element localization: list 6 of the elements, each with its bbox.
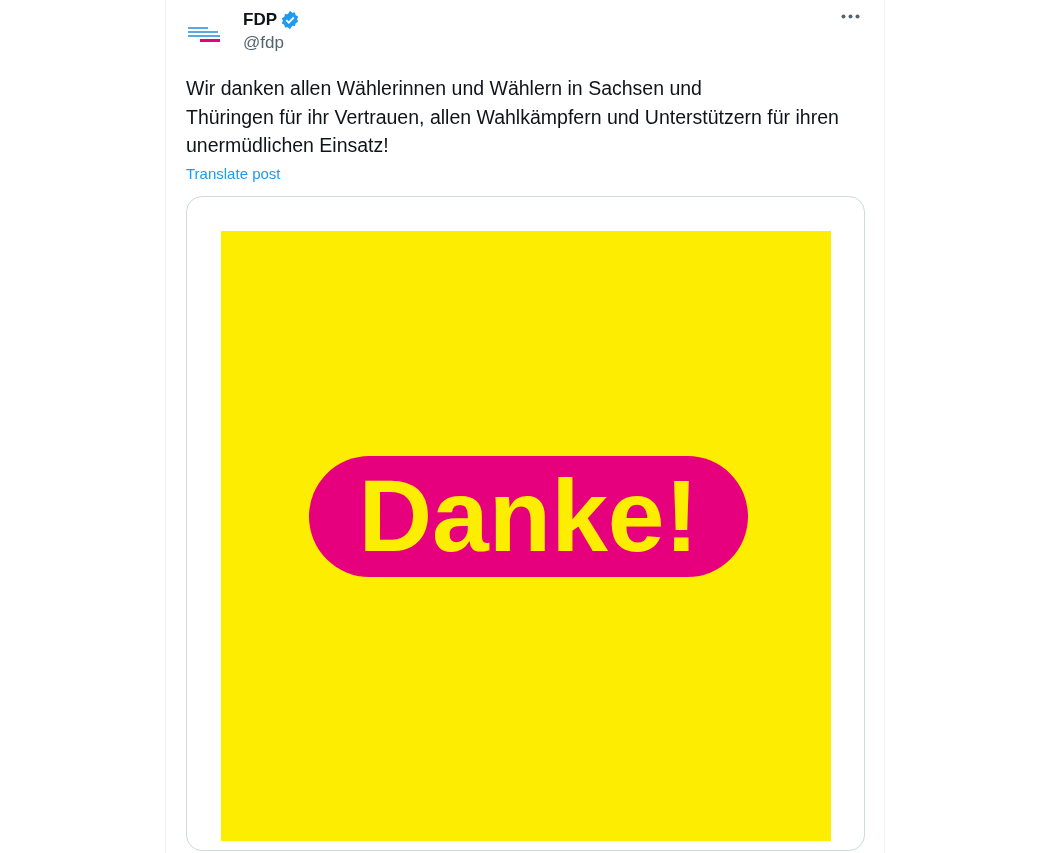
- post-text: Wir danken allen Wählerinnen und Wählern in Sachsen und Thüringen für ihr Vertrauen, allen Wahlkämpfern und Unterstützern für ihren unermüdlichen Einsatz!: [186, 76, 840, 158]
- translate-link[interactable]: Translate post: [186, 164, 281, 182]
- danke-graphic[interactable]: Danke!: [221, 230, 831, 841]
- graphic-text: Danke!: [358, 458, 699, 573]
- author-handle[interactable]: @fdp: [243, 33, 820, 53]
- author-name[interactable]: FDP: [243, 10, 277, 30]
